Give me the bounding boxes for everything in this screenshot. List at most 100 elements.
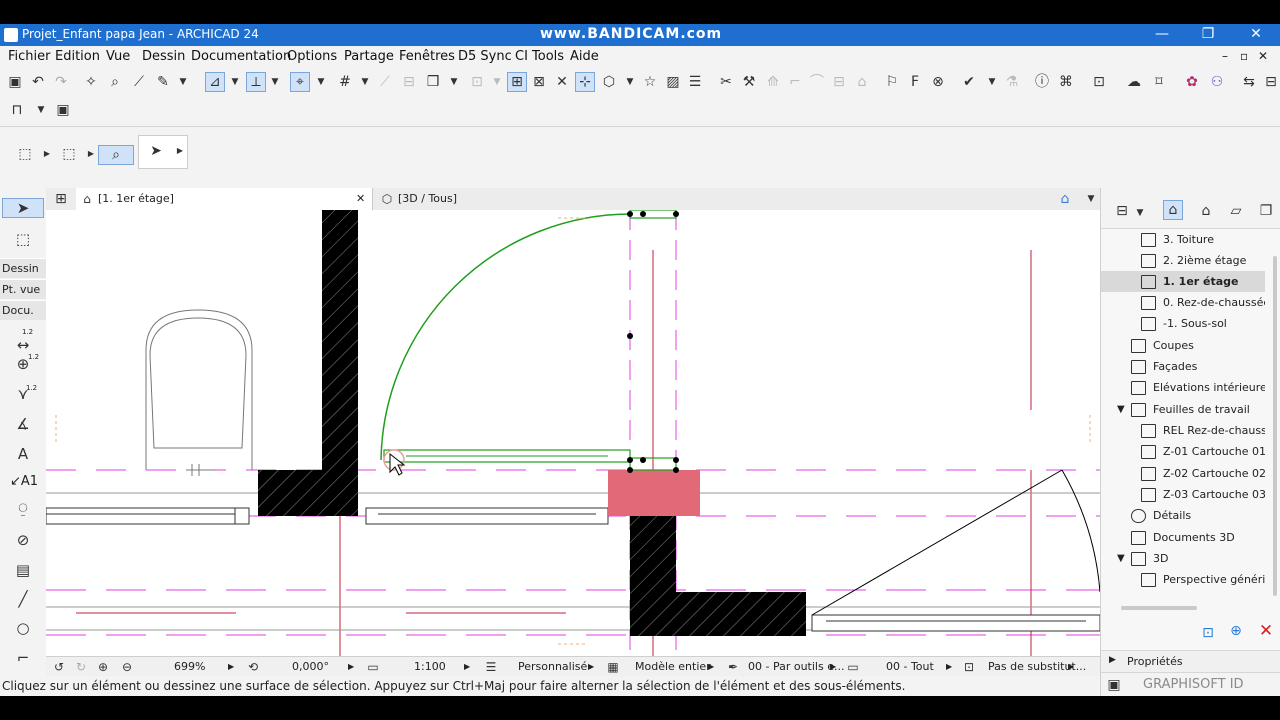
toolbox-category-dessin[interactable]: Dessin [0, 258, 46, 278]
redo-icon[interactable]: ↷ [52, 73, 70, 91]
model-view-icon[interactable]: ▦ [604, 658, 622, 676]
chevron-down-icon[interactable]: ▼ [1131, 204, 1149, 222]
publisher-icon[interactable]: ▣ [54, 101, 72, 119]
organizer-icon[interactable]: ⊟ [1113, 202, 1131, 220]
line-tool-icon[interactable]: ╱ [14, 590, 32, 608]
angle-dimension-icon[interactable]: ∡ [14, 415, 32, 433]
hotspot[interactable] [627, 467, 633, 473]
toilet-fixture[interactable] [145, 309, 253, 470]
chevron-right-icon[interactable]: ▶ [464, 662, 470, 671]
drawing-canvas[interactable] [46, 210, 1100, 656]
layer-combination-value[interactable]: Personnalisé [518, 660, 587, 673]
flag-icon[interactable]: ⚐ [883, 73, 901, 91]
layout-book-icon[interactable]: ▱ [1227, 202, 1245, 220]
render-icon[interactable]: ✿ [1183, 73, 1201, 91]
save-icon[interactable]: ▣ [6, 73, 24, 91]
split-icon[interactable]: ⊟ [830, 73, 848, 91]
marker-tool-icon[interactable]: ⍜ [14, 499, 32, 517]
scale-value[interactable]: 1:100 [414, 660, 446, 673]
grid-snap-icon[interactable]: # [336, 73, 354, 91]
offset-icon[interactable]: ⊟ [400, 73, 418, 91]
minimize-icon[interactable]: — [1152, 26, 1172, 42]
toolbox-category-docu[interactable]: Docu. [0, 300, 46, 320]
organize-icon[interactable]: ⚗ [1003, 73, 1021, 91]
chevron-right-icon[interactable]: ▶ [228, 662, 234, 671]
nav-worksheet-rel[interactable]: REL Rez-de-chaussée [1101, 420, 1265, 441]
curve-icon[interactable]: ⌒ [808, 73, 826, 91]
nav-worksheet-z02[interactable]: Z-02 Cartouche 02 (In [1101, 463, 1265, 484]
rotate-icon[interactable]: ⟲ [244, 658, 262, 676]
info-icon[interactable]: ⓘ [1033, 73, 1051, 91]
hotspot[interactable] [673, 457, 679, 463]
chevron-right-icon[interactable]: ▶ [946, 662, 952, 671]
elevate-icon[interactable]: ⟰ [764, 73, 782, 91]
corner-icon[interactable]: ⌐ [786, 73, 804, 91]
zoom-out-icon[interactable]: ⊖ [118, 658, 136, 676]
chevron-down-icon[interactable]: ▼ [174, 73, 192, 91]
delete-view-icon[interactable]: ✕ [1257, 622, 1275, 640]
arrow-cursor-icon[interactable]: ➤ [147, 142, 165, 160]
toolbox-category-pt-vue[interactable]: Pt. vue [0, 279, 46, 299]
menu-vue[interactable]: Vue [106, 49, 130, 64]
chevron-down-icon[interactable]: ▼ [266, 73, 284, 91]
chevron-down-icon[interactable]: ▼ [445, 73, 463, 91]
chevron-down-icon[interactable]: ▼ [356, 73, 374, 91]
tab-overview-icon[interactable]: ⊞ [52, 190, 70, 208]
tab-floor-plan[interactable]: ⌂ [1. 1er étage] ✕ [76, 188, 373, 210]
quick-selection-icon[interactable]: ⌕ [98, 145, 134, 165]
scissors-icon[interactable]: ✂ [717, 73, 735, 91]
id-icon[interactable]: ⊡ [1090, 73, 1108, 91]
doc-restore-icon[interactable]: ▫ [1240, 49, 1248, 63]
roof-icon[interactable]: ⌂ [853, 73, 871, 91]
chevron-right-icon[interactable]: ▶ [171, 142, 189, 160]
floor-plan-drawing[interactable] [46, 210, 1100, 656]
lock-icon[interactable]: ⊡ [468, 73, 486, 91]
chevron-right-icon[interactable]: ▶ [708, 662, 714, 671]
hotspot[interactable] [640, 457, 646, 463]
navigator-vertical-scrollbar[interactable] [1273, 256, 1277, 596]
hotspot[interactable] [640, 211, 646, 217]
radial-dimension-icon[interactable]: ⋎ [14, 385, 32, 403]
menu-dessin[interactable]: Dessin [142, 49, 185, 64]
zoom-previous-icon[interactable]: ↺ [50, 658, 68, 676]
hotspot[interactable] [627, 457, 633, 463]
text-tool-icon[interactable]: A [14, 445, 32, 463]
chevron-down-icon[interactable]: ▼ [226, 73, 244, 91]
snap-points-icon[interactable]: ⌖ [290, 72, 310, 92]
navigator-horizontal-scrollbar[interactable] [1121, 606, 1197, 610]
level-dimension-icon[interactable]: ⊕ [14, 355, 32, 373]
share-icon[interactable]: ⚇ [1208, 73, 1226, 91]
expand-caret-icon[interactable]: ▼ [1117, 399, 1125, 420]
nav-elevations-interieures[interactable]: Elévations intérieures [1101, 377, 1265, 398]
label-tool-icon[interactable]: ↙A1 [10, 474, 38, 489]
label-icon[interactable]: ⌑ [1150, 73, 1168, 91]
nav-worksheet-z01[interactable]: Z-01 Cartouche 01 (In [1101, 441, 1265, 462]
renovation-filter-icon[interactable]: ▭ [844, 658, 862, 676]
nav-story-0[interactable]: 0. Rez-de-chaussée [1101, 292, 1265, 313]
orbit-icon[interactable]: ⊹ [575, 72, 595, 92]
pen-set-icon[interactable]: ✒ [724, 658, 742, 676]
chevron-right-icon[interactable]: ▶ [348, 662, 354, 671]
publisher-sets-icon[interactable]: ❐ [1257, 202, 1275, 220]
chevron-down-icon[interactable]: ▼ [488, 73, 506, 91]
hotspot[interactable] [673, 211, 679, 217]
rotation-angle-value[interactable]: 0,000° [292, 660, 329, 673]
tab-3d-view[interactable]: ⬡ [3D / Tous] [376, 188, 672, 210]
renovation-filter-value[interactable]: 00 - Tout [886, 660, 934, 673]
favorites-star-icon[interactable]: ☆ [641, 73, 659, 91]
markup-icon[interactable]: F [906, 73, 924, 91]
check-filter-icon[interactable]: ✔ [960, 73, 978, 91]
ruler-icon[interactable]: ⟋ [376, 73, 394, 91]
restore-icon[interactable]: ❐ [1198, 26, 1218, 42]
sync-icon[interactable]: ⇆ [1240, 73, 1258, 91]
close-window-icon[interactable]: ✕ [1246, 26, 1266, 42]
polyline-tool-icon[interactable]: ⌐ [14, 649, 32, 667]
zoom-next-icon[interactable]: ↻ [72, 658, 90, 676]
find-select-icon[interactable]: ⌕ [106, 73, 124, 91]
view-map-icon[interactable]: ⌂ [1056, 190, 1074, 208]
arrow-tool-icon[interactable]: ➤ [2, 198, 44, 218]
nav-feuilles-de-travail[interactable]: ▼ Feuilles de travail [1101, 399, 1265, 420]
zoom-value[interactable]: 699% [174, 660, 205, 673]
image-icon[interactable]: ▨ [664, 73, 682, 91]
nav-coupes[interactable]: Coupes [1101, 335, 1265, 356]
